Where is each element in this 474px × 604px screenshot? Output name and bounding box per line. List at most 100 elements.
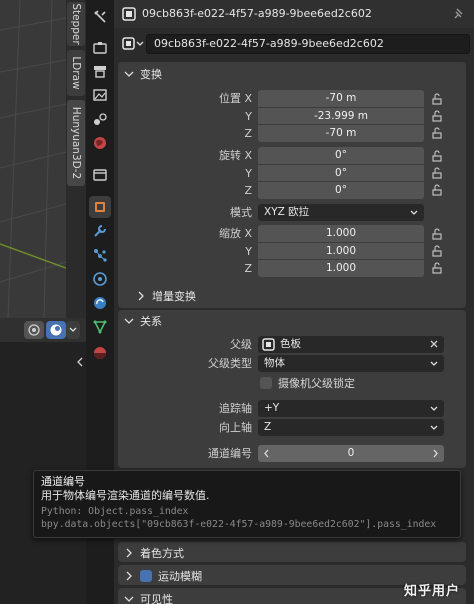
- sidebar-tabs: Stepper LDraw Hunyuan3D-2: [66, 0, 86, 318]
- particles-icon: [94, 249, 107, 262]
- rotation-z-label: Z: [244, 184, 252, 197]
- chevron-right-icon[interactable]: [431, 445, 441, 462]
- overlay-icon: [28, 324, 40, 336]
- shading-dropdown-button[interactable]: [66, 321, 80, 339]
- rotation-mode-label: 模式: [230, 206, 252, 219]
- tab-stepper[interactable]: Stepper: [67, 2, 85, 46]
- location-z-field[interactable]: -70 m: [258, 124, 424, 142]
- wrench-icon: [94, 225, 106, 237]
- rotation-z-field[interactable]: 0°: [258, 181, 424, 199]
- relations-panel-header[interactable]: 关系: [124, 313, 162, 329]
- object-name-field[interactable]: 09cb863f-e022-4f57-a989-9bee6ed2c602: [146, 34, 470, 54]
- chevron-right-icon: [126, 571, 132, 581]
- overlay-toggle-button[interactable]: [24, 321, 44, 339]
- chevron-down-icon: [124, 596, 134, 602]
- up-axis-label: 向上轴: [219, 421, 252, 434]
- tab-view-layer[interactable]: [89, 84, 111, 106]
- chevron-down-icon: [430, 425, 438, 430]
- lock-icon[interactable]: [430, 183, 444, 197]
- chevron-down-icon: [410, 210, 418, 215]
- motion-blur-panel-title: 运动模糊: [158, 570, 202, 583]
- view-layer-icon: [93, 89, 107, 101]
- tool-icon: [94, 10, 106, 23]
- shading-toggle-button[interactable]: [46, 321, 66, 339]
- shading-panel[interactable]: 着色方式: [118, 542, 466, 562]
- object-datablock-row: 09cb863f-e022-4f57-a989-9bee6ed2c602: [114, 28, 474, 60]
- tooltip-title: 通道编号: [41, 475, 85, 488]
- visibility-panel-title: 可见性: [140, 593, 173, 604]
- rotation-x-label: 旋转 X: [218, 149, 252, 162]
- constraints-icon: [94, 297, 106, 309]
- rotation-y-label: Y: [245, 167, 252, 180]
- output-icon: [94, 66, 106, 78]
- lock-icon[interactable]: [430, 227, 444, 241]
- up-axis-dropdown[interactable]: Z: [258, 419, 444, 436]
- object-icon: [122, 37, 144, 50]
- lock-icon[interactable]: [430, 109, 444, 123]
- tab-collection[interactable]: [89, 164, 111, 186]
- scene-icon: [94, 113, 107, 125]
- scale-x-field[interactable]: 1.000: [258, 225, 424, 242]
- tab-output[interactable]: [89, 60, 111, 82]
- 3d-viewport[interactable]: [0, 0, 66, 318]
- lock-icon[interactable]: [430, 261, 444, 275]
- header-object-name: 09cb863f-e022-4f57-a989-9bee6ed2c602: [142, 7, 372, 20]
- delta-transform-header[interactable]: 增量变换: [136, 288, 196, 304]
- chevron-down-icon: [430, 406, 438, 411]
- rotation-x-field[interactable]: 0°: [258, 147, 424, 164]
- viewport-footer: [0, 318, 86, 342]
- physics-icon: [93, 272, 107, 286]
- object-icon: [95, 202, 105, 212]
- tooltip-python: Python: Object.pass_index: [41, 506, 189, 517]
- lock-icon[interactable]: [430, 126, 444, 140]
- tab-world[interactable]: [89, 132, 111, 154]
- shading-panel-title: 着色方式: [140, 547, 184, 560]
- lock-icon[interactable]: [430, 149, 444, 163]
- location-z-label: Z: [244, 127, 252, 140]
- tracking-axis-dropdown[interactable]: +Y: [258, 400, 444, 417]
- tracking-axis-label: 追踪轴: [219, 402, 252, 415]
- lock-icon[interactable]: [430, 92, 444, 106]
- scale-y-label: Y: [245, 245, 252, 258]
- object-type-dropdown[interactable]: [122, 36, 146, 52]
- viewport-shading-icon: [50, 324, 62, 336]
- properties-header: 09cb863f-e022-4f57-a989-9bee6ed2c602: [114, 0, 474, 28]
- tab-tool[interactable]: [89, 6, 111, 28]
- rotation-mode-dropdown[interactable]: XYZ 欧拉: [258, 204, 424, 221]
- lock-icon[interactable]: [430, 166, 444, 180]
- object-icon: [122, 7, 136, 21]
- scale-y-field[interactable]: 1.000: [258, 242, 424, 260]
- material-icon: [94, 347, 106, 359]
- collapse-left-icon[interactable]: [0, 352, 86, 392]
- pin-icon[interactable]: [452, 7, 466, 21]
- pass-index-field[interactable]: 0: [258, 445, 444, 462]
- location-y-field[interactable]: -23.999 m: [258, 107, 424, 125]
- tab-object-data[interactable]: [89, 316, 111, 338]
- chevron-down-icon: [124, 71, 134, 77]
- tab-physics[interactable]: [89, 268, 111, 290]
- tab-hunyuan3d[interactable]: Hunyuan3D-2: [67, 100, 85, 186]
- parent-field[interactable]: 色板: [258, 336, 444, 353]
- lock-icon[interactable]: [430, 244, 444, 258]
- parent-type-dropdown[interactable]: 物体: [258, 355, 444, 372]
- tab-object[interactable]: [89, 196, 111, 218]
- tab-constraints[interactable]: [89, 292, 111, 314]
- rotation-y-field[interactable]: 0°: [258, 164, 424, 182]
- chevron-left-icon[interactable]: [261, 445, 271, 462]
- location-x-field[interactable]: -70 m: [258, 90, 424, 107]
- close-icon[interactable]: [429, 336, 439, 353]
- location-x-label: 位置 X: [218, 92, 252, 105]
- scale-z-field[interactable]: 1.000: [258, 259, 424, 277]
- tab-modifiers[interactable]: [89, 220, 111, 242]
- tab-material[interactable]: [89, 342, 111, 364]
- location-y-label: Y: [245, 110, 252, 123]
- tab-scene[interactable]: [89, 108, 111, 130]
- tab-render[interactable]: [89, 36, 111, 58]
- transform-panel-header[interactable]: 变换: [124, 66, 162, 82]
- camera-parent-lock-checkbox[interactable]: [260, 377, 272, 389]
- camera-parent-lock-label: 摄像机父级锁定: [278, 377, 355, 390]
- motion-blur-checkbox[interactable]: [140, 570, 152, 582]
- pass-index-tooltip: 通道编号 用于物体编号渲染通道的编号数值. Python: Object.pas…: [33, 470, 461, 538]
- tab-ldraw[interactable]: LDraw: [67, 50, 85, 96]
- tab-particles[interactable]: [89, 244, 111, 266]
